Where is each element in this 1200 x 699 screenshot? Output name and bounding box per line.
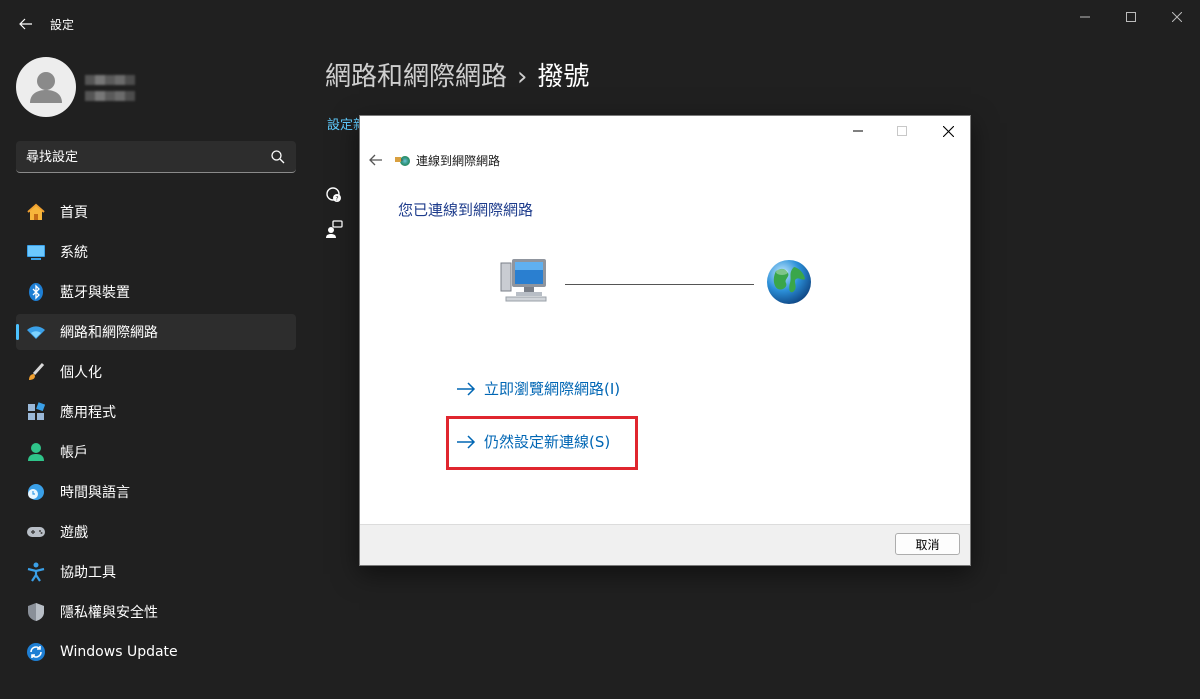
sidebar-nav: 首頁 系統 藍牙與裝置 網路和網際網路 個人化 應用程式 帳戶 時間與語言 遊戲… (16, 194, 296, 674)
highlight-box (446, 416, 638, 470)
dialog-back-arrow-icon[interactable] (366, 150, 386, 170)
connect-internet-dialog: 連線到網際網路 您已連線到網際網路 立即瀏覽網際網路(I) 仍然設定新連線(S)… (359, 115, 971, 566)
sidebar-item-time-language[interactable]: 時間與語言 (16, 474, 296, 510)
dialog-heading: 您已連線到網際網路 (398, 201, 534, 219)
sidebar-item-personalization[interactable]: 個人化 (16, 354, 296, 390)
user-email-redacted (85, 91, 135, 101)
monitor-icon (26, 242, 46, 262)
sidebar-item-windows-update[interactable]: Windows Update (16, 634, 296, 670)
minimize-icon[interactable] (1062, 4, 1108, 30)
svg-text:?: ? (335, 196, 338, 203)
network-connection-icon (395, 156, 410, 166)
breadcrumb-separator: › (517, 62, 528, 92)
dialog-minimize-icon[interactable] (838, 120, 878, 142)
sidebar-item-system[interactable]: 系統 (16, 234, 296, 270)
sidebar-item-gaming[interactable]: 遊戲 (16, 514, 296, 550)
globe-icon (767, 260, 811, 304)
close-icon[interactable] (1154, 4, 1200, 30)
apps-icon (26, 402, 46, 422)
sidebar-item-privacy[interactable]: 隱私權與安全性 (16, 594, 296, 630)
sidebar-item-home[interactable]: 首頁 (16, 194, 296, 230)
breadcrumb-parent[interactable]: 網路和網際網路 (325, 62, 507, 92)
sidebar-item-accessibility[interactable]: 協助工具 (16, 554, 296, 590)
connection-line (565, 284, 754, 285)
title-bar: 設定 (0, 0, 1200, 48)
give-feedback-icon[interactable] (325, 220, 343, 238)
cancel-button[interactable]: 取消 (895, 533, 960, 555)
arrow-right-icon (457, 381, 476, 396)
browse-internet-option[interactable]: 立即瀏覽網際網路(I) (456, 378, 620, 399)
wifi-icon (26, 322, 46, 342)
sidebar-item-network[interactable]: 網路和網際網路 (16, 314, 296, 350)
sidebar-item-apps[interactable]: 應用程式 (16, 394, 296, 430)
brush-icon (26, 362, 46, 382)
accessibility-icon (26, 562, 46, 582)
get-help-icon[interactable]: ? (325, 186, 343, 204)
window-title: 設定 (50, 18, 75, 32)
update-icon (26, 642, 46, 662)
gamepad-icon (26, 522, 46, 542)
sidebar-item-accounts[interactable]: 帳戶 (16, 434, 296, 470)
avatar[interactable] (16, 57, 76, 117)
user-name-redacted (85, 75, 135, 85)
search-icon[interactable] (270, 149, 286, 165)
shield-icon (26, 602, 46, 622)
page-title: 撥號 (537, 62, 590, 92)
dialog-title: 連線到網際網路 (416, 154, 501, 168)
back-arrow-icon[interactable] (14, 12, 38, 36)
person-icon (26, 442, 46, 462)
search-box[interactable] (16, 141, 296, 173)
sidebar-item-bluetooth[interactable]: 藍牙與裝置 (16, 274, 296, 310)
dialog-close-icon[interactable] (928, 120, 968, 142)
globe-clock-icon (26, 482, 46, 502)
home-icon (26, 202, 46, 222)
breadcrumb: 網路和網際網路 › 撥號 (325, 56, 589, 93)
dialog-footer: 取消 (360, 524, 970, 565)
search-input[interactable] (26, 148, 256, 166)
bluetooth-icon (26, 282, 46, 302)
dialog-maximize-icon (882, 120, 922, 142)
computer-icon (500, 259, 547, 302)
maximize-icon[interactable] (1108, 4, 1154, 30)
